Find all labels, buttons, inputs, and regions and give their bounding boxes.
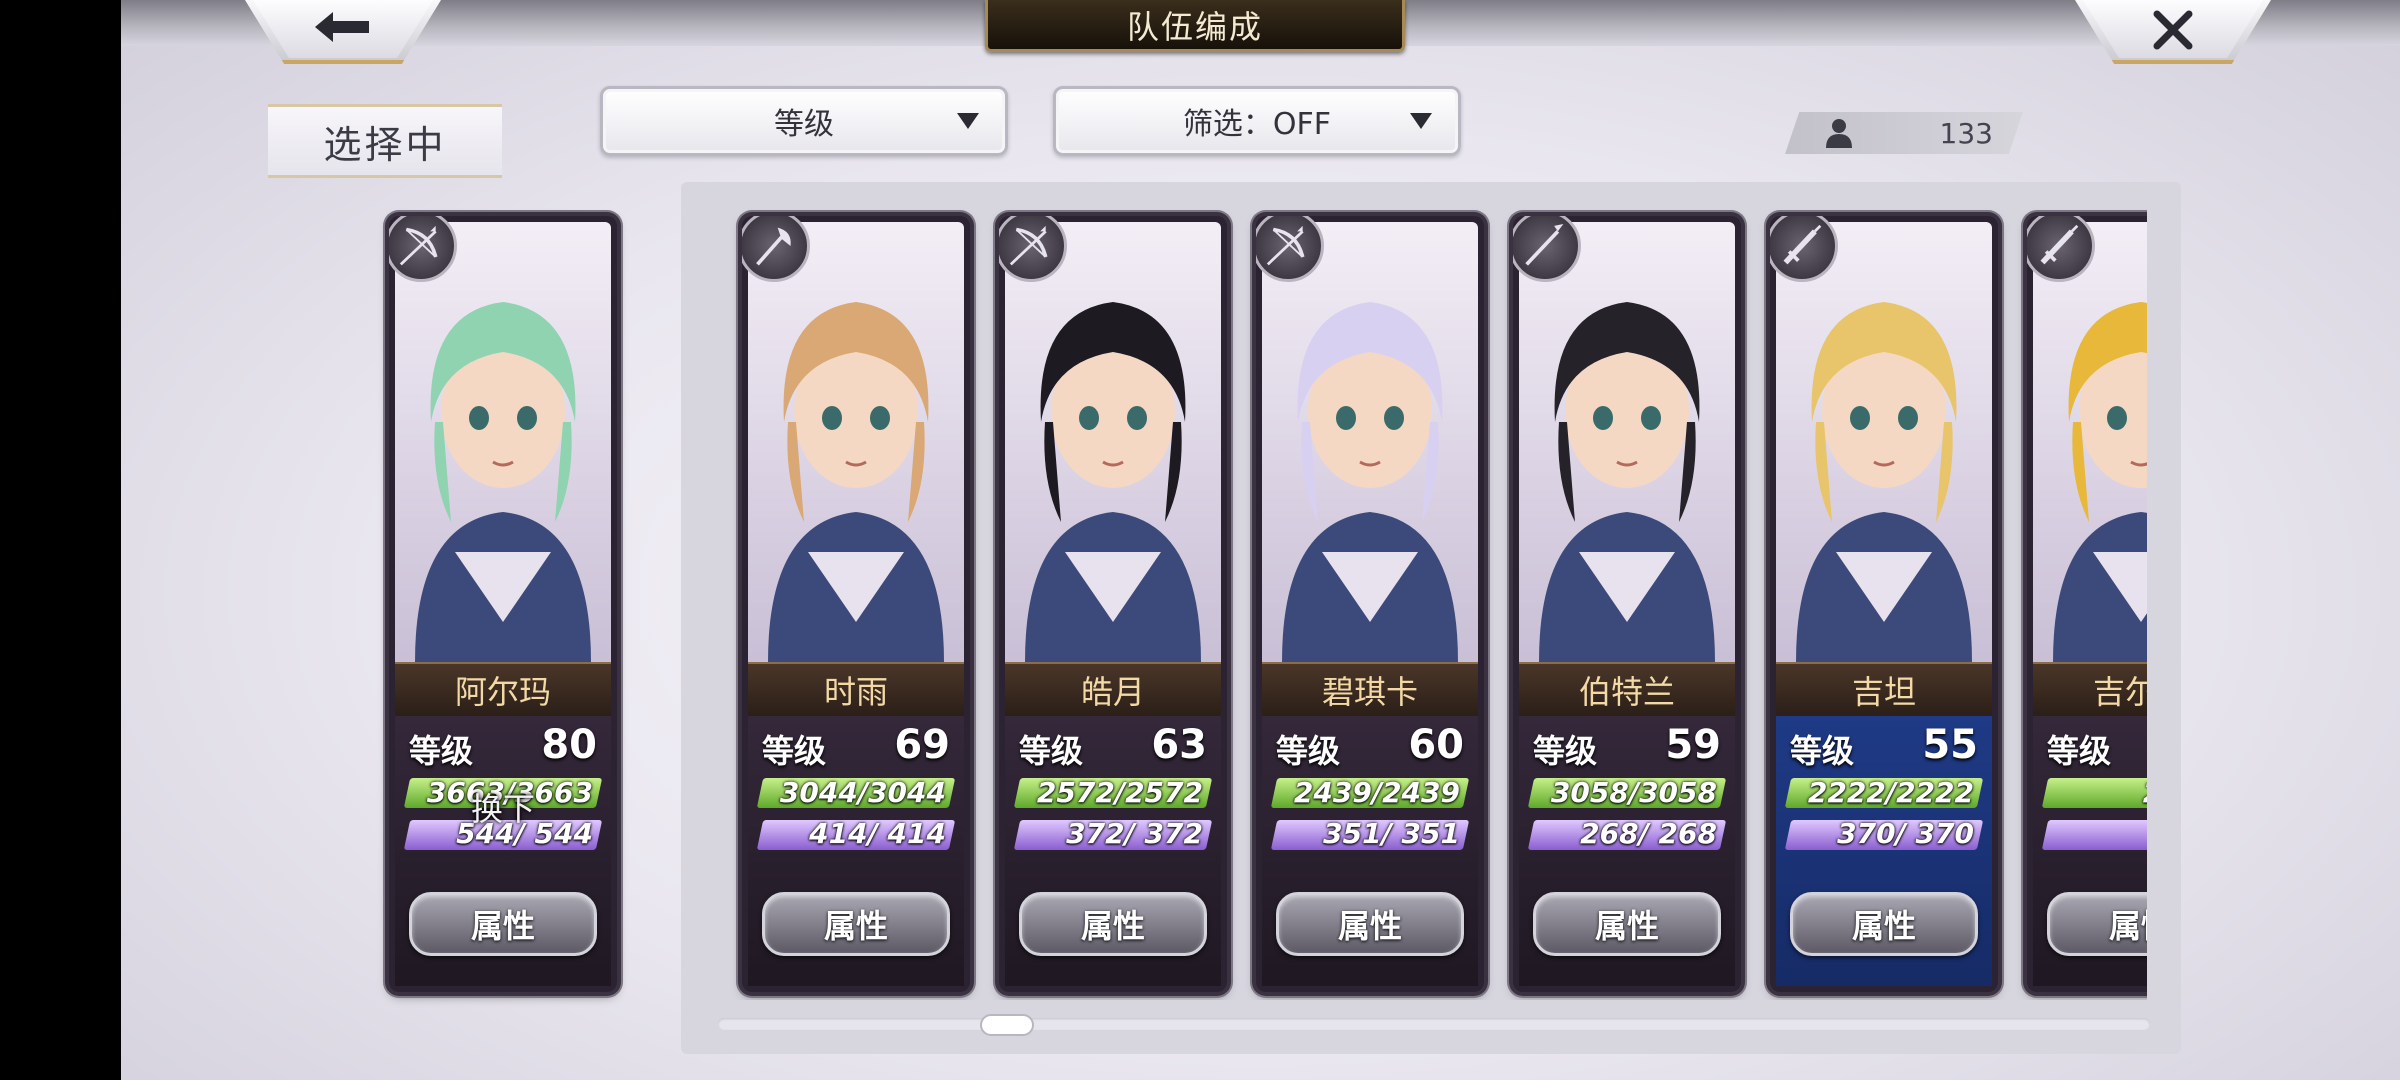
character-portrait (2033, 222, 2147, 662)
bow-icon (999, 216, 1067, 282)
character-stats: 等级2278/264/属性 (2033, 716, 2147, 986)
person-icon (1826, 119, 1852, 148)
level-label: 等级 (1276, 732, 1341, 770)
selected-character-card[interactable]: 换下 阿尔玛 等级 80 3663/3663 544/ 544 属性 (389, 216, 617, 992)
character-stats: 等级 80 3663/3663 544/ 544 属性 (395, 716, 611, 986)
level-label: 等级 (409, 732, 474, 770)
attributes-button[interactable]: 属性 (2047, 892, 2147, 956)
mp-value: 351/ 351 (1323, 817, 1460, 850)
attributes-button[interactable]: 属性 (1276, 892, 1464, 956)
level-label: 等级 (1533, 732, 1598, 770)
level-label: 等级 (1019, 732, 1084, 770)
character-name: 碧琪卡 (1262, 662, 1478, 716)
character-name: 伯特兰 (1519, 662, 1735, 716)
attributes-button[interactable]: 属性 (1019, 892, 1207, 956)
level-label: 等级 (2047, 732, 2112, 770)
character-stats: 等级 63 2572/2572 372/ 372 属性 (1005, 716, 1221, 986)
character-portrait (1005, 222, 1221, 662)
hp-value: 2439/2439 (1293, 776, 1460, 809)
unit-count-badge: 133 (1785, 112, 2023, 154)
filter-dropdown[interactable]: 筛选：OFF (1053, 86, 1461, 156)
roster-list[interactable]: 时雨等级 69 3044/3044 414/ 414 属性 皓月等级 63 2572/2572… (682, 190, 2147, 1000)
selecting-label: 选择中 (268, 104, 502, 178)
back-arrow-icon (315, 12, 369, 42)
level-value: 55 (1922, 722, 1978, 768)
level-value: 80 (541, 722, 597, 768)
character-portrait (1262, 222, 1478, 662)
swap-out-label[interactable]: 换下 (389, 784, 617, 830)
character-stats: 等级 60 2439/2439 351/ 351 属性 (1262, 716, 1478, 986)
roster-scroll-thumb[interactable] (979, 1014, 1034, 1036)
roster-character-card[interactable]: 吉坦等级 55 2222/2222 370/ 370 属性 (1770, 216, 1998, 992)
chevron-down-icon (957, 113, 979, 129)
sword-icon (1770, 216, 1838, 282)
level-value: 63 (1151, 722, 1207, 768)
hp-value: 2278/ (2143, 776, 2147, 809)
hp-bar (2041, 778, 2147, 808)
spear-icon (1513, 216, 1581, 282)
attributes-button[interactable]: 属性 (1790, 892, 1978, 956)
level-value: 69 (894, 722, 950, 768)
character-name: 吉坦 (1776, 662, 1992, 716)
hp-value: 3044/3044 (779, 776, 946, 809)
close-button[interactable] (2075, 0, 2271, 64)
roster-character-card[interactable]: 吉尔德等级2278/264/属性 (2027, 216, 2147, 992)
roster-character-card[interactable]: 伯特兰等级 59 3058/3058 268/ 268 属性 (1513, 216, 1741, 992)
character-portrait (1519, 222, 1735, 662)
character-portrait (1776, 222, 1992, 662)
level-label: 等级 (1790, 732, 1855, 770)
hp-value: 3058/3058 (1550, 776, 1717, 809)
bow-icon (389, 216, 457, 282)
character-portrait (395, 222, 611, 662)
sort-dropdown[interactable]: 等级 (600, 86, 1008, 156)
mp-value: 372/ 372 (1066, 817, 1203, 850)
hp-value: 2222/2222 (1807, 776, 1974, 809)
unit-count: 133 (1939, 117, 1993, 150)
mp-value: 370/ 370 (1837, 817, 1974, 850)
roster-character-card[interactable]: 时雨等级 69 3044/3044 414/ 414 属性 (742, 216, 970, 992)
close-x-icon (2153, 10, 2193, 50)
character-stats: 等级 59 3058/3058 268/ 268 属性 (1519, 716, 1735, 986)
attributes-button[interactable]: 属性 (1533, 892, 1721, 956)
axe-icon (742, 216, 810, 282)
back-button[interactable] (245, 0, 441, 64)
level-label: 等级 (762, 732, 827, 770)
mp-bar (2041, 820, 2147, 850)
screen-edge (0, 0, 121, 1080)
sword-icon (2027, 216, 2095, 282)
level-value: 59 (1665, 722, 1721, 768)
attributes-button[interactable]: 属性 (409, 892, 597, 956)
character-name: 阿尔玛 (395, 662, 611, 716)
filter-dropdown-value: 筛选：OFF (1182, 107, 1332, 142)
mp-value: 414/ 414 (809, 817, 946, 850)
character-name: 吉尔德 (2033, 662, 2147, 716)
level-value: 60 (1408, 722, 1464, 768)
sort-dropdown-value: 等级 (774, 107, 834, 142)
roster-character-card[interactable]: 碧琪卡等级 60 2439/2439 351/ 351 属性 (1256, 216, 1484, 992)
roster-character-card[interactable]: 皓月等级 63 2572/2572 372/ 372 属性 (999, 216, 1227, 992)
attributes-button[interactable]: 属性 (762, 892, 950, 956)
chevron-down-icon (1410, 113, 1432, 129)
character-name: 皓月 (1005, 662, 1221, 716)
character-stats: 等级 69 3044/3044 414/ 414 属性 (748, 716, 964, 986)
character-portrait (748, 222, 964, 662)
bow-icon (1256, 216, 1324, 282)
character-stats: 等级 55 2222/2222 370/ 370 属性 (1776, 716, 1992, 986)
character-name: 时雨 (748, 662, 964, 716)
page-title: 队伍编成 (985, 0, 1405, 52)
roster-scroll-track[interactable] (718, 1018, 2150, 1030)
mp-value: 268/ 268 (1580, 817, 1717, 850)
hp-value: 2572/2572 (1036, 776, 1203, 809)
